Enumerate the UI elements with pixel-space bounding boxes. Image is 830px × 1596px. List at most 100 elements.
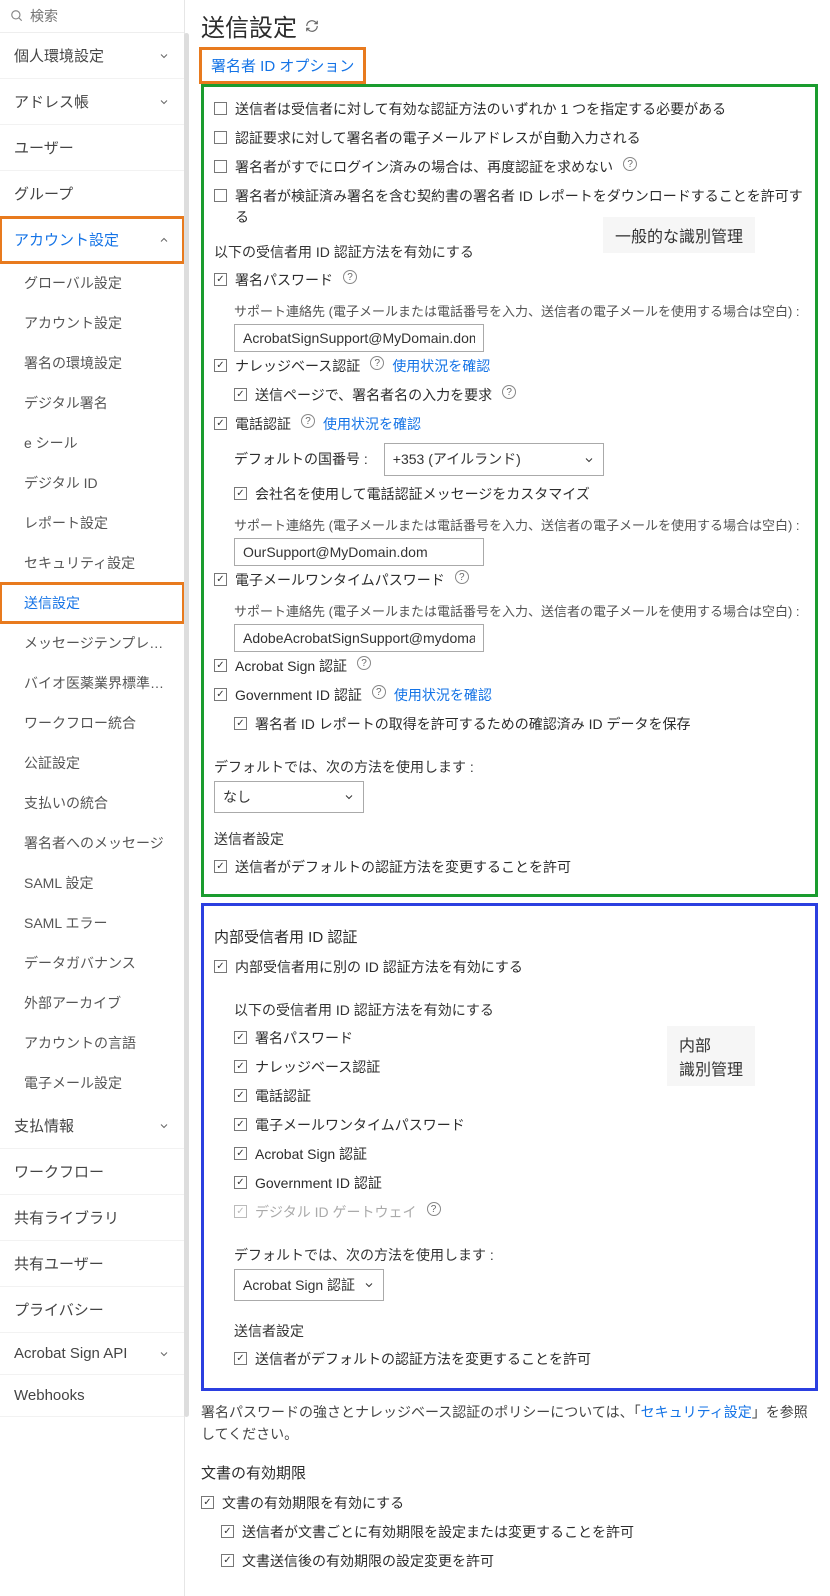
search-input[interactable]	[30, 8, 174, 24]
checkbox-internal-6[interactable]	[234, 1205, 247, 1218]
label-internal-method-4: Acrobat Sign 認証	[255, 1144, 367, 1165]
nav-subitem-アカウント設定[interactable]: アカウント設定	[0, 303, 184, 343]
nav-subitem-グローバル設定[interactable]: グローバル設定	[0, 263, 184, 303]
nav-subitem-送信設定[interactable]: 送信設定	[0, 583, 184, 623]
checkbox-top-3[interactable]	[214, 189, 227, 202]
nav-subitem-レポート設定[interactable]: レポート設定	[0, 503, 184, 543]
nav-item-共有ユーザー[interactable]: 共有ユーザー	[0, 1241, 184, 1287]
checkbox-internal-5[interactable]	[234, 1176, 247, 1189]
nav-subitem-署名者へのメッセージ[interactable]: 署名者へのメッセージ	[0, 823, 184, 863]
nav-subitem-デジタル署名[interactable]: デジタル署名	[0, 383, 184, 423]
nav-subitem-デジタル ID[interactable]: デジタル ID	[0, 463, 184, 503]
nav-item-アカウント設定[interactable]: アカウント設定	[0, 217, 184, 263]
nav-item-個人環境設定[interactable]: 個人環境設定	[0, 33, 184, 79]
chevron-down-icon	[343, 791, 355, 803]
checkbox-internal-2[interactable]	[234, 1089, 247, 1102]
checkbox-internal-0[interactable]	[234, 1031, 247, 1044]
default-method-select[interactable]: なし	[214, 781, 364, 813]
help-icon[interactable]: ?	[357, 656, 371, 670]
checkbox-top-0[interactable]	[214, 102, 227, 115]
checkbox-internal-enable[interactable]	[214, 960, 227, 973]
nav-subitem-外部アーカイブ[interactable]: 外部アーカイブ	[0, 983, 184, 1023]
support-input-3[interactable]	[234, 624, 484, 652]
nav-subitem-SAML エラー[interactable]: SAML エラー	[0, 903, 184, 943]
default-country-select[interactable]: +353 (アイルランド)	[384, 443, 604, 476]
help-icon[interactable]: ?	[343, 270, 357, 284]
help-icon[interactable]: ?	[427, 1202, 441, 1216]
label-phone-sub: 会社名を使用して電話認証メッセージをカスタマイズ	[255, 484, 590, 505]
nav-item-ワークフロー[interactable]: ワークフロー	[0, 1149, 184, 1195]
checkbox-gov-id[interactable]	[214, 688, 227, 701]
nav-subitem-支払いの統合[interactable]: 支払いの統合	[0, 783, 184, 823]
nav-label: SAML エラー	[24, 913, 108, 933]
usage-link-kba[interactable]: 使用状況を確認	[392, 356, 490, 377]
default-method-value: なし	[223, 787, 251, 807]
help-icon[interactable]: ?	[455, 570, 469, 584]
sender-settings-label: 送信者設定	[214, 829, 805, 849]
checkbox-internal-4[interactable]	[234, 1147, 247, 1160]
nav-subitem-署名の環境設定[interactable]: 署名の環境設定	[0, 343, 184, 383]
checkbox-internal-1[interactable]	[234, 1060, 247, 1073]
nav-label: 支払いの統合	[24, 793, 108, 813]
help-icon[interactable]: ?	[372, 685, 386, 699]
checkbox-doc-exp-sub2[interactable]	[221, 1554, 234, 1567]
checkbox-acrobat-auth[interactable]	[214, 659, 227, 672]
nav-subitem-SAML 設定[interactable]: SAML 設定	[0, 863, 184, 903]
internal-default-method-select[interactable]: Acrobat Sign 認証	[234, 1269, 384, 1301]
nav-label: 送信設定	[24, 593, 80, 613]
nav-item-Acrobat Sign API[interactable]: Acrobat Sign API	[0, 1333, 184, 1375]
nav-item-グループ[interactable]: グループ	[0, 171, 184, 217]
nav-subitem-電子メール設定[interactable]: 電子メール設定	[0, 1063, 184, 1103]
nav-item-プライバシー[interactable]: プライバシー	[0, 1287, 184, 1333]
checkbox-internal-sender-allow[interactable]	[234, 1352, 247, 1365]
checkbox-doc-exp-enable[interactable]	[201, 1496, 214, 1509]
checkbox-email-otp[interactable]	[214, 573, 227, 586]
nav-subitem-セキュリティ設定[interactable]: セキュリティ設定	[0, 543, 184, 583]
support-input-2[interactable]	[234, 538, 484, 566]
help-icon[interactable]: ?	[301, 414, 315, 428]
internal-enable-methods-label: 以下の受信者用 ID 認証方法を有効にする	[234, 1000, 805, 1020]
checkbox-phone[interactable]	[214, 417, 227, 430]
help-icon[interactable]: ?	[370, 356, 384, 370]
label-sender-allow: 送信者がデフォルトの認証方法を変更することを許可	[235, 857, 571, 878]
nav-subitem-メッセージテンプレ…[interactable]: メッセージテンプレ…	[0, 623, 184, 663]
nav-label: 共有ユーザー	[14, 1253, 104, 1274]
nav-item-Webhooks[interactable]: Webhooks	[0, 1375, 184, 1417]
nav-subitem-ワークフロー統合[interactable]: ワークフロー統合	[0, 703, 184, 743]
label-sign-password: 署名パスワード	[235, 270, 333, 291]
label-internal-method-0: 署名パスワード	[255, 1028, 353, 1049]
internal-default-method-value: Acrobat Sign 認証	[243, 1275, 355, 1295]
checkbox-top-1[interactable]	[214, 131, 227, 144]
checkbox-sign-password[interactable]	[214, 273, 227, 286]
nav-item-共有ライブラリ[interactable]: 共有ライブラリ	[0, 1195, 184, 1241]
tab-signer-id-options[interactable]: 署名者 ID オプション	[201, 49, 364, 82]
checkbox-top-2[interactable]	[214, 160, 227, 173]
footnote: 署名パスワードの強さとナレッジベース認証のポリシーについては、「セキュリティ設定…	[201, 1401, 818, 1446]
checkbox-kba-require-name[interactable]	[234, 388, 247, 401]
checkbox-gov-sub[interactable]	[234, 717, 247, 730]
security-settings-link[interactable]: セキュリティ設定	[641, 1404, 752, 1420]
checkbox-sender-allow[interactable]	[214, 860, 227, 873]
nav-subitem-バイオ医薬業界標準…[interactable]: バイオ医薬業界標準…	[0, 663, 184, 703]
nav-item-アドレス帳[interactable]: アドレス帳	[0, 79, 184, 125]
help-icon[interactable]: ?	[502, 385, 516, 399]
nav-item-支払情報[interactable]: 支払情報	[0, 1103, 184, 1149]
nav-subitem-データガバナンス[interactable]: データガバナンス	[0, 943, 184, 983]
nav-label: データガバナンス	[24, 953, 136, 973]
usage-link-gov[interactable]: 使用状況を確認	[394, 685, 492, 706]
checkbox-internal-3[interactable]	[234, 1118, 247, 1131]
label-email-otp: 電子メールワンタイムパスワード	[235, 570, 445, 591]
nav-subitem-アカウントの言語[interactable]: アカウントの言語	[0, 1023, 184, 1063]
support-input-1[interactable]	[234, 324, 484, 352]
search-box[interactable]	[0, 0, 184, 32]
usage-link-phone[interactable]: 使用状況を確認	[323, 414, 421, 435]
nav-subitem-e シール[interactable]: e シール	[0, 423, 184, 463]
checkbox-phone-customize[interactable]	[234, 487, 247, 500]
refresh-icon[interactable]	[305, 19, 319, 33]
checkbox-doc-exp-sub1[interactable]	[221, 1525, 234, 1538]
internal-default-method-label: デフォルトでは、次の方法を使用します :	[234, 1245, 805, 1265]
checkbox-kba[interactable]	[214, 359, 227, 372]
nav-subitem-公証設定[interactable]: 公証設定	[0, 743, 184, 783]
nav-item-ユーザー[interactable]: ユーザー	[0, 125, 184, 171]
help-icon[interactable]: ?	[623, 157, 637, 171]
